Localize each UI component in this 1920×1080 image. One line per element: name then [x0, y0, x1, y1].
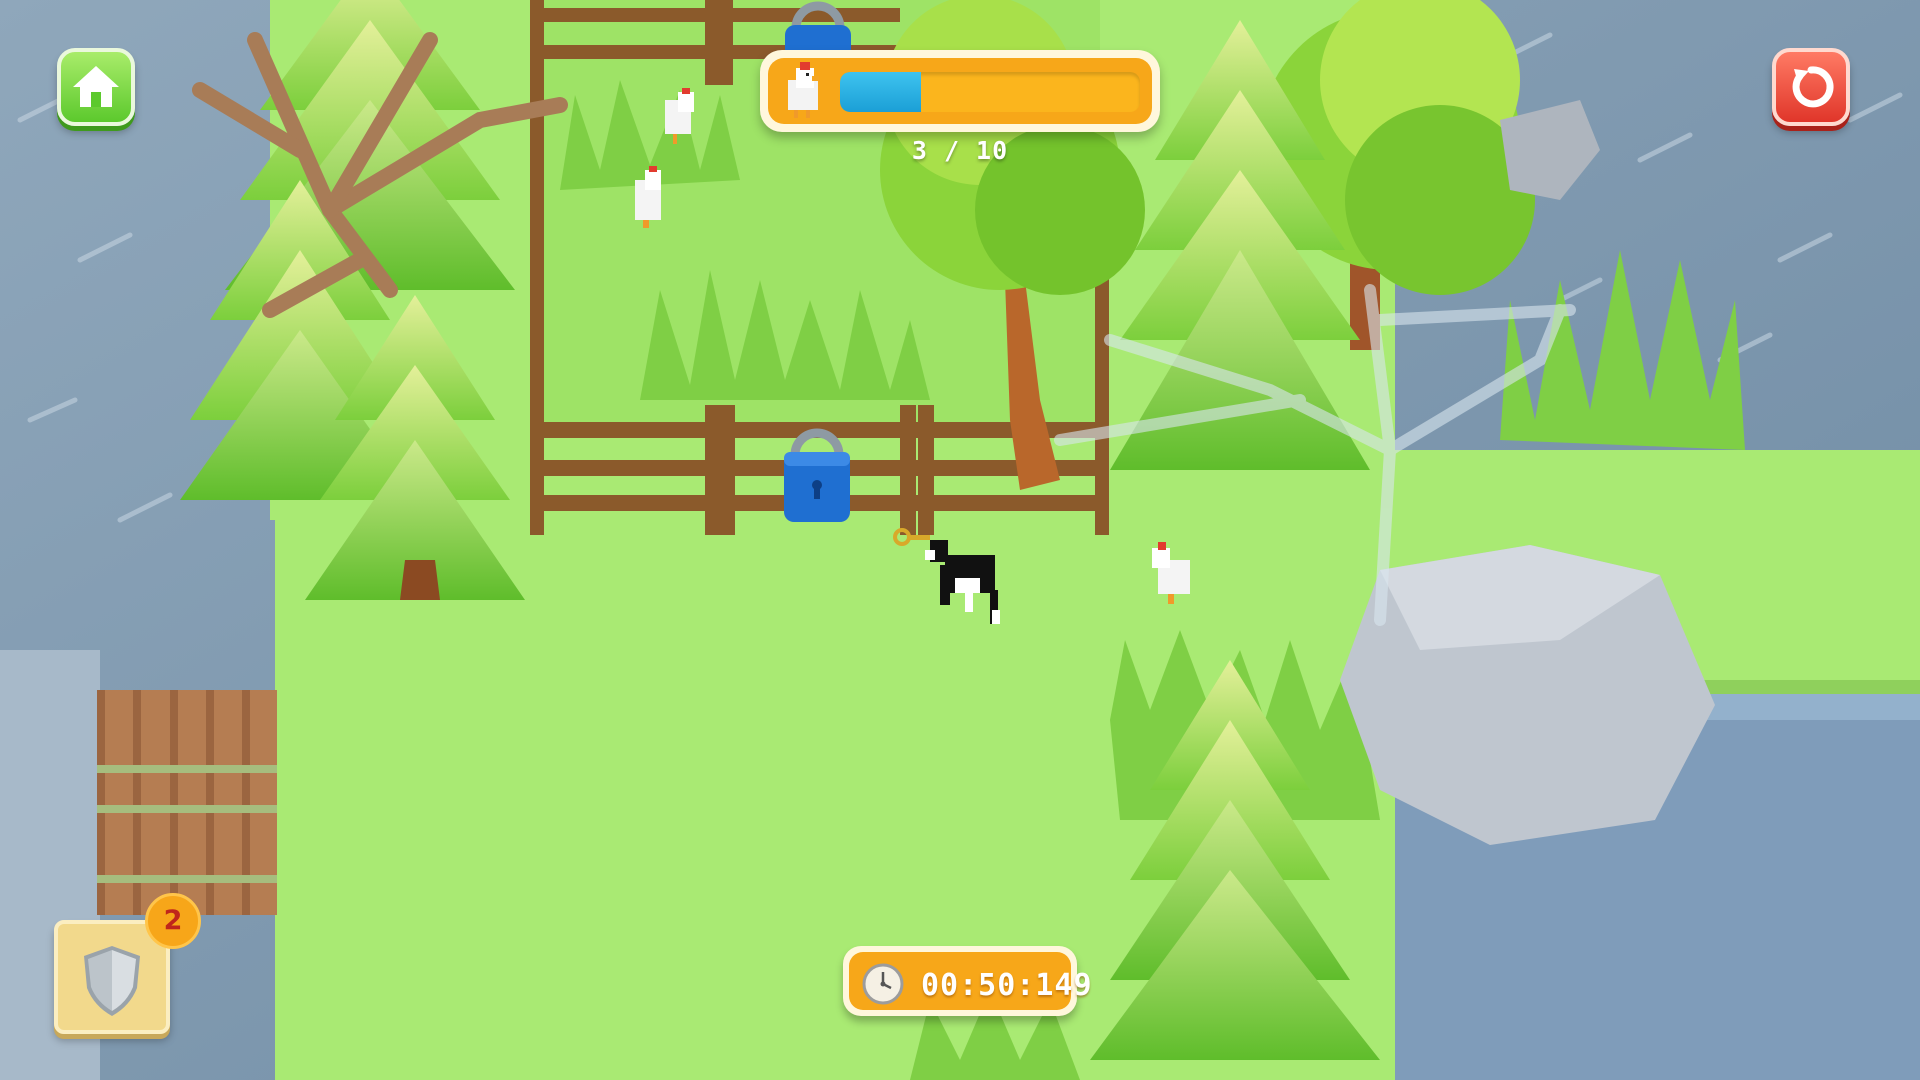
- wooden-raft: [97, 690, 277, 915]
- chicken-icon: [788, 62, 819, 118]
- grass-ledge-edge: [1680, 680, 1920, 694]
- timer-text: 00:50:149: [921, 968, 1093, 1003]
- home-button[interactable]: [57, 48, 135, 126]
- progress-bar: [840, 72, 1140, 112]
- shield-icon: [84, 946, 140, 1016]
- progress-bar-fill: [840, 72, 921, 112]
- restart-button[interactable]: [1772, 48, 1850, 126]
- timer-panel: 00:50:149: [843, 946, 1092, 1016]
- chicken-count-text: 3 / 10: [911, 136, 1009, 165]
- chicken-progress-panel: [760, 50, 1160, 132]
- game-viewport[interactable]: 3 / 10 2 00:50:149: [0, 0, 1920, 1080]
- shield-count-badge: 2: [145, 893, 201, 949]
- restart-icon: [1792, 66, 1834, 108]
- home-icon: [73, 66, 119, 107]
- grass-ledge: [1680, 450, 1920, 690]
- stopwatch-icon: [862, 963, 904, 1005]
